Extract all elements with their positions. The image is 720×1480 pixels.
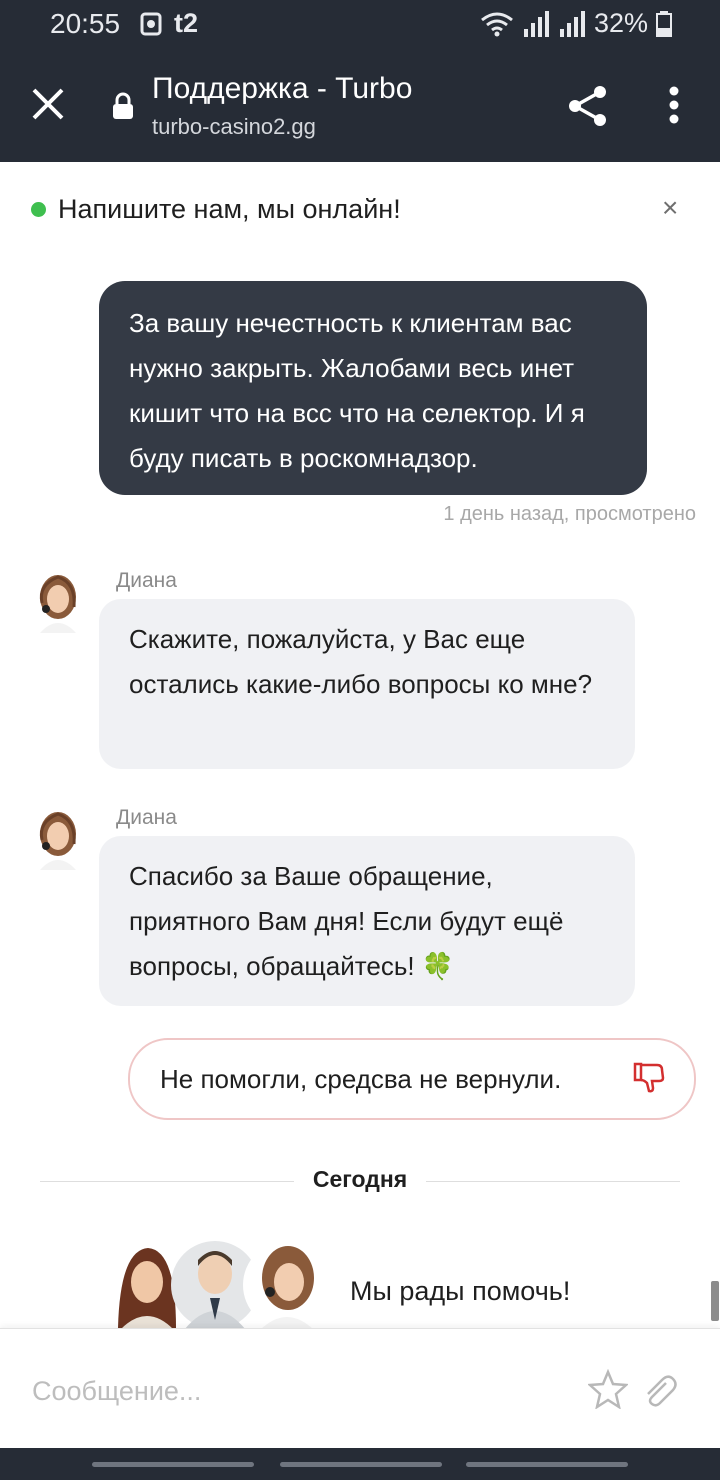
user-message-text: За вашу нечестность к клиентам вас нужно… (129, 308, 585, 473)
nav-back-button[interactable] (466, 1462, 628, 1467)
feedback-text: Не помогли, средсва не вернули. (160, 1064, 562, 1094)
online-status-dot (31, 202, 46, 217)
paperclip-icon[interactable] (640, 1371, 678, 1409)
feedback-pill[interactable]: Не помогли, средсва не вернули. (128, 1038, 696, 1120)
team-avatars (102, 1240, 332, 1330)
signal-icon-1 (523, 10, 549, 37)
status-right: 32% (480, 8, 672, 39)
nav-home-button[interactable] (280, 1462, 442, 1467)
thumbs-down-icon (633, 1062, 665, 1093)
agent-avatar (39, 812, 76, 870)
battery-icon (656, 10, 672, 37)
message-composer (0, 1328, 720, 1449)
scrollbar[interactable] (711, 1281, 719, 1321)
page-title: Поддержка - Turbo (152, 72, 413, 105)
carrier-label: t2 (174, 8, 199, 38)
agent-avatar (39, 575, 76, 633)
banner-close-button[interactable]: × (662, 192, 678, 224)
browser-toolbar: Поддержка - Turbo turbo-casino2.gg (0, 50, 720, 162)
agent-message-text: Спасибо за Ваше обращение, приятного Вам… (129, 861, 564, 981)
wifi-icon (481, 12, 513, 36)
agent-message-bubble: Спасибо за Ваше обращение, приятного Вам… (99, 836, 635, 1006)
battery-percent: 32% (593, 8, 648, 38)
close-icon[interactable] (30, 86, 66, 122)
banner-text: Напишите нам, мы онлайн! (58, 194, 401, 224)
page-url[interactable]: turbo-casino2.gg (152, 114, 316, 140)
user-message-bubble: За вашу нечестность к клиентам вас нужно… (99, 281, 647, 495)
status-bar: 20:55 t2 32% (0, 0, 720, 50)
nav-recents-button[interactable] (92, 1462, 254, 1467)
status-time: 20:55 (50, 8, 121, 39)
status-left-icons: t2 (140, 8, 210, 45)
share-icon[interactable] (566, 84, 610, 128)
agent-message-text: Скажите, пожалуйста, у Вас еще остались … (129, 624, 593, 699)
team-avatar-operator (243, 1241, 331, 1330)
message-input[interactable] (30, 1367, 554, 1415)
agent-name: Диана (116, 569, 177, 592)
star-icon[interactable] (588, 1369, 628, 1409)
online-banner: Напишите нам, мы онлайн! × (0, 162, 720, 258)
lock-icon (113, 92, 133, 119)
date-separator: Сегодня (312, 1166, 408, 1192)
team-text: Мы рады помочь! (350, 1276, 571, 1306)
agent-name: Диана (116, 806, 177, 829)
system-nav-bar (0, 1448, 720, 1480)
agent-message-bubble: Скажите, пожалуйста, у Вас еще остались … (99, 599, 635, 769)
signal-icon-2 (559, 10, 585, 37)
more-vert-icon[interactable] (664, 84, 684, 128)
message-meta: 1 день назад, просмотрено (443, 503, 696, 525)
